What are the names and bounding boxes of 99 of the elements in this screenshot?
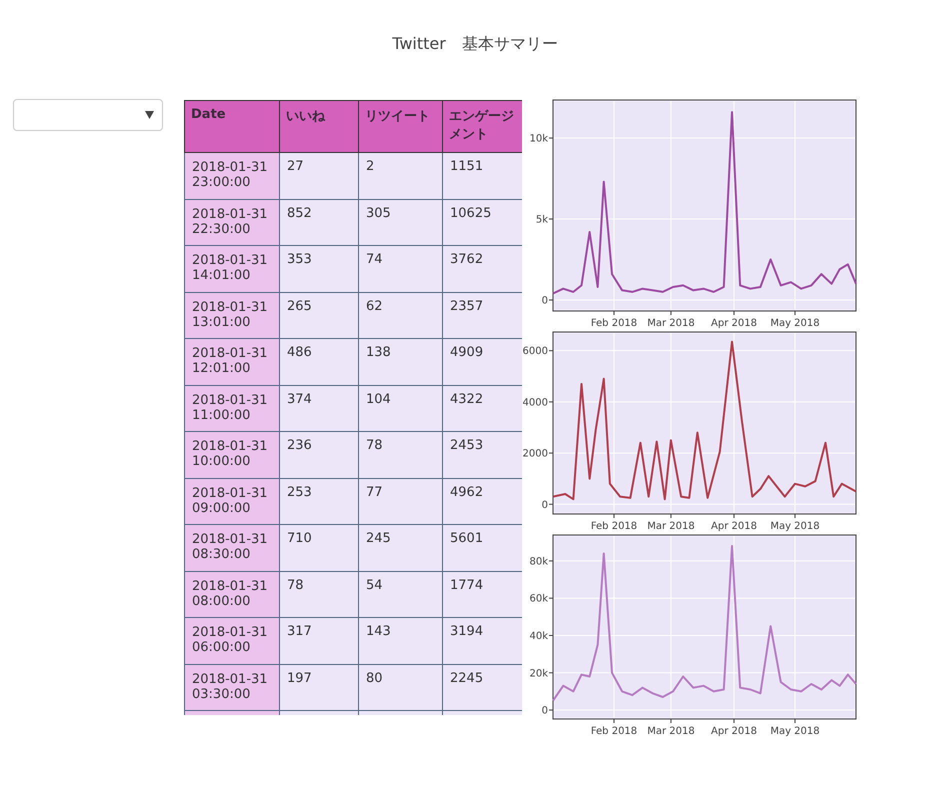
y-tick-label: 60k: [529, 594, 548, 605]
table-cell: 3762: [442, 246, 522, 292]
y-tick-label: 5k: [536, 214, 548, 226]
x-tick-label: Apr 2018: [711, 521, 757, 532]
tick-mark: [733, 718, 734, 724]
tick-mark: [548, 452, 554, 454]
table-cell: 2018-01-31 13:01:00: [184, 292, 280, 338]
x-tick-label: Apr 2018: [711, 726, 757, 737]
table-cell: 143: [358, 618, 442, 664]
y-tick-label: 4000: [522, 397, 548, 408]
x-tick-label: Feb 2018: [590, 318, 638, 329]
table-cell: 2357: [442, 292, 522, 338]
tick-mark: [794, 310, 796, 316]
table-cell: 104: [358, 385, 442, 432]
table-cell: 317: [280, 618, 358, 664]
page-title: Twitter 基本サマリー: [391, 33, 559, 55]
table-cell: 77: [358, 478, 442, 524]
table-cell: 4909: [442, 338, 522, 385]
table-cell: 2453: [442, 432, 522, 478]
table-cell: 2018-01-31 14:01:00: [184, 246, 280, 292]
table-cell: 2245: [442, 664, 522, 710]
table-cell: 265: [280, 292, 358, 338]
table-cell: 2018-01-31 06:00:00: [184, 618, 280, 664]
caret-icon: [145, 111, 154, 119]
table-cell: 374: [280, 385, 358, 432]
tick-mark: [548, 350, 554, 352]
table-cell: 197: [280, 664, 358, 710]
dropdown-field[interactable]: [13, 99, 163, 131]
y-tick-label: 80k: [529, 556, 548, 568]
x-tick-label: Mar 2018: [647, 726, 695, 737]
tick-mark: [733, 310, 734, 316]
tick-mark: [548, 401, 554, 402]
table-cell: 2018-01-31 08:00:00: [184, 571, 280, 618]
tick-mark: [548, 598, 554, 599]
tick-mark: [794, 718, 796, 724]
table-cell: 2018-01-31 12:01:00: [184, 338, 280, 385]
table-cell: 486: [280, 338, 358, 385]
y-tick-label: 6000: [522, 346, 548, 358]
table-cell: 2018-01-31 09:00:00: [184, 478, 280, 524]
x-tick-label: Apr 2018: [711, 318, 757, 329]
x-tick-label: May 2018: [770, 318, 820, 329]
table-cell: 10625: [442, 199, 522, 246]
table-cell: 305: [358, 199, 442, 246]
table-cell: 62: [358, 292, 442, 338]
table-cell: 2018-01-31 11:00:00: [184, 385, 280, 432]
tick-mark: [548, 560, 554, 562]
y-tick-label: 0: [542, 706, 548, 717]
table-cell: 3194: [442, 618, 522, 664]
y-tick-label: 0: [542, 500, 548, 511]
column-header: エンゲージメント: [442, 100, 522, 152]
table-cell: 2: [358, 152, 442, 199]
tick-mark: [670, 514, 672, 518]
tick-mark: [733, 514, 734, 518]
table-cell: 2018-01-31 03:30:00: [184, 664, 280, 710]
table-cell: 54: [358, 571, 442, 618]
table-cell: 5601: [442, 524, 522, 571]
tick-mark: [548, 138, 554, 139]
tick-mark: [548, 672, 554, 674]
table-cell: 236: [280, 432, 358, 478]
table-cell: 1774: [442, 571, 522, 618]
x-tick-label: Feb 2018: [590, 726, 638, 737]
table-cell: 27: [280, 152, 358, 199]
table-cell: 138: [358, 338, 442, 385]
table-cell: 2018-01-31 10:00:00: [184, 432, 280, 478]
x-tick-label: Mar 2018: [647, 318, 695, 329]
column-header: いいね: [280, 100, 358, 152]
table-cell: 710: [280, 524, 358, 571]
table-cell: 4322: [442, 385, 522, 432]
table-cell: 353: [280, 246, 358, 292]
table-cell: 852: [280, 199, 358, 246]
x-tick-label: May 2018: [770, 521, 820, 532]
table-cell: 1151: [442, 152, 522, 199]
tick-mark: [548, 504, 554, 505]
tick-mark: [548, 710, 554, 711]
tick-mark: [670, 310, 672, 316]
x-tick-label: Feb 2018: [590, 521, 638, 532]
table-cell: 2018-01-31 23:00:00: [184, 152, 280, 199]
table-cell: 78: [358, 432, 442, 478]
tick-mark: [548, 218, 554, 220]
table-cell: 80: [358, 664, 442, 710]
y-tick-label: 20k: [529, 668, 548, 680]
table-cell: 253: [280, 478, 358, 524]
table-cell: 78: [280, 571, 358, 618]
tick-mark: [548, 634, 554, 636]
tick-mark: [794, 514, 796, 518]
table-cell: 2018-01-31 22:30:00: [184, 199, 280, 246]
tick-mark: [670, 718, 672, 724]
table-cell: 74: [358, 246, 442, 292]
table-cell: 4962: [442, 478, 522, 524]
y-tick-label: 2000: [522, 448, 548, 460]
x-tick-label: Mar 2018: [647, 521, 695, 532]
table-cell: 245: [358, 524, 442, 571]
y-tick-label: 10k: [529, 134, 548, 145]
column-header: Date: [184, 100, 280, 152]
y-tick-label: 40k: [529, 630, 548, 642]
table-cell: 2018-01-31 08:30:00: [184, 524, 280, 571]
column-header: リツイート: [358, 100, 442, 152]
x-tick-label: May 2018: [770, 726, 820, 737]
y-tick-label: 0: [542, 296, 548, 306]
